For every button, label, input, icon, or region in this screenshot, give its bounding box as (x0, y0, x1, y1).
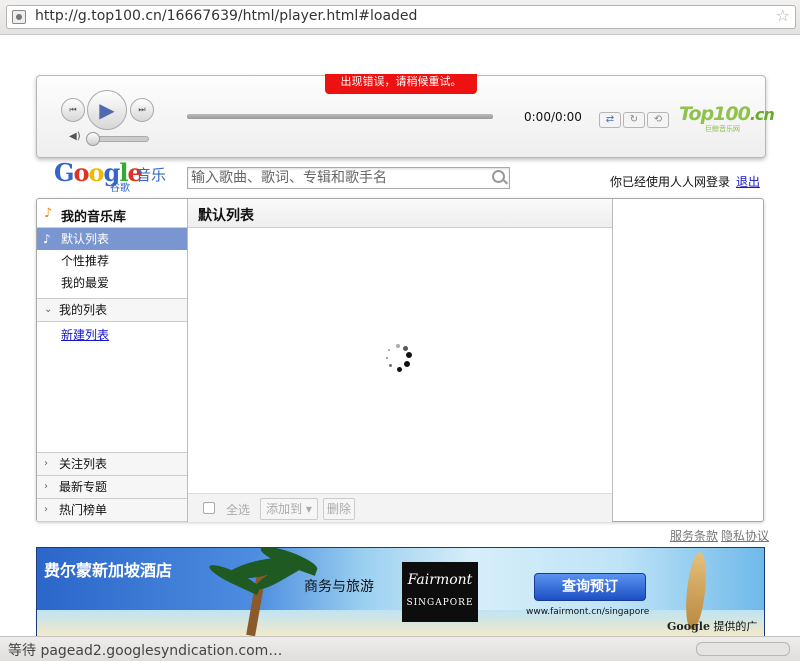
playlist-toolbar: 全选 添加到 ▾ 删除 (188, 493, 612, 522)
repeat-button[interactable]: ↻ (623, 112, 645, 128)
section-hot-charts[interactable]: › 热门榜单 (37, 498, 187, 522)
login-status: 你已经使用人人网登录 (610, 175, 731, 189)
progress-bar[interactable] (187, 114, 493, 119)
url-field[interactable]: http://g.top100.cn/16667639/html/player.… (6, 5, 796, 29)
music-label: 音乐 (136, 166, 167, 184)
next-track-button[interactable]: ⏭ (130, 98, 154, 122)
select-all-checkbox[interactable] (203, 502, 215, 514)
dropdown-arrow-icon: ▾ (305, 502, 312, 516)
bookmark-star-icon[interactable]: ☆ (776, 6, 790, 25)
music-library-icon: ♪ (44, 206, 53, 221)
privacy-link[interactable]: 隐私协议 (721, 527, 769, 544)
library-title: 我的音乐库 (61, 210, 127, 225)
chevron-right-icon: › (44, 481, 48, 492)
music-player: 出现错误，请稍候重试。 ⏮ ▶ ⏭ ◀) 0:00/0:00 ⇄ ↻ ⟲ Top… (36, 74, 775, 158)
google-logo-sub: 谷歌 (110, 183, 130, 194)
speaker-icon: ◀) (69, 131, 81, 142)
repeat-one-button[interactable]: ⟲ (647, 112, 669, 128)
page-icon (12, 10, 26, 24)
top100-subtitle: 巨鲸音乐网 (705, 125, 740, 133)
shuffle-icon: ⇄ (605, 114, 615, 125)
playlist-header: 默认列表 (188, 199, 612, 228)
fairmont-logo: Fairmont SINGAPORE (402, 562, 478, 622)
repeat-one-icon: ⟲ (653, 114, 663, 125)
status-bar: 等待 pagead2.googlesyndication.com… (0, 636, 800, 661)
shuffle-button[interactable]: ⇄ (599, 112, 621, 128)
search-box (187, 167, 510, 189)
status-text: 等待 pagead2.googlesyndication.com… (8, 643, 283, 659)
ad-url[interactable]: www.fairmont.cn/singapore (526, 607, 649, 617)
address-bar: http://g.top100.cn/16667639/html/player.… (0, 0, 800, 35)
right-pane (613, 199, 763, 521)
palm-tree-icon (197, 548, 320, 622)
logout-link[interactable]: 退出 (736, 173, 760, 190)
search-input[interactable] (191, 169, 486, 186)
note-icon: ♪ (43, 232, 51, 246)
select-all-label: 全选 (226, 503, 251, 517)
volume-knob[interactable] (86, 132, 100, 146)
main-panel: ♪ 我的音乐库 ♪ 默认列表 个性推荐 我的最爱 ⌄ 我的列表 新建列表 › 关… (36, 198, 764, 522)
my-lists-section[interactable]: ⌄ 我的列表 (37, 298, 187, 322)
sidebar-item-recommended[interactable]: 个性推荐 (37, 250, 187, 272)
loading-progress-bar (696, 642, 790, 656)
repeat-icon: ↻ (629, 114, 639, 125)
previous-track-button[interactable]: ⏮ (61, 98, 85, 122)
beach-image (37, 610, 764, 636)
section-latest-topics[interactable]: › 最新专题 (37, 475, 187, 499)
play-icon: ▶ (99, 98, 115, 122)
book-now-button[interactable]: 查询预订 (534, 573, 646, 601)
volume-slider[interactable] (86, 132, 149, 146)
error-banner: 出现错误，请稍候重试。 (325, 74, 477, 94)
ad-banner[interactable]: 费尔蒙新加坡酒店 商务与旅游 Fairmont SINGAPORE 查询预订 w… (36, 547, 765, 637)
time-display: 0:00/0:00 (524, 110, 582, 124)
previous-icon: ⏮ (69, 105, 77, 114)
loading-spinner-icon (384, 344, 414, 374)
playlist-title: 默认列表 (198, 208, 254, 224)
top100-logo[interactable]: Top100.cn (679, 103, 775, 125)
sidebar-item-default-list[interactable]: ♪ 默认列表 (37, 228, 187, 250)
terms-link[interactable]: 服务条款 (670, 527, 718, 544)
ad-tagline: 商务与旅游 (304, 579, 374, 595)
ads-by-google[interactable]: Google 提供的广告 (667, 618, 764, 636)
library-header: ♪ 我的音乐库 (37, 199, 187, 228)
play-button[interactable]: ▶ (87, 90, 127, 130)
sidebar-item-favorites[interactable]: 我的最爱 (37, 272, 187, 294)
url-text[interactable]: http://g.top100.cn/16667639/html/player.… (35, 8, 417, 24)
search-icon[interactable] (492, 170, 505, 183)
library-sidebar: ♪ 我的音乐库 ♪ 默认列表 个性推荐 我的最爱 ⌄ 我的列表 新建列表 › 关… (37, 199, 188, 522)
chevron-down-icon: ⌄ (44, 304, 53, 315)
chevron-right-icon: › (44, 504, 48, 515)
chevron-right-icon: › (44, 458, 48, 469)
next-icon: ⏭ (138, 105, 146, 114)
add-to-button[interactable]: 添加到 ▾ (260, 498, 318, 520)
delete-button[interactable]: 删除 (323, 498, 355, 520)
section-following[interactable]: › 关注列表 (37, 452, 187, 476)
new-list-link[interactable]: 新建列表 (61, 326, 109, 343)
ad-title: 费尔蒙新加坡酒店 (43, 561, 172, 580)
playlist-pane: 默认列表 全选 添加到 ▾ 删除 (188, 199, 613, 522)
